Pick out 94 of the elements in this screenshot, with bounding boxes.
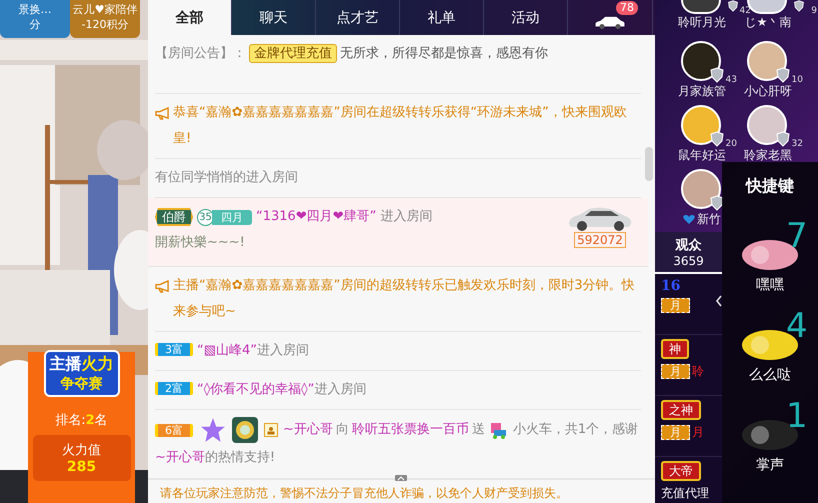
noble-badge: 伯爵 xyxy=(155,208,193,226)
guard-level: 20 xyxy=(726,139,737,149)
plate-number: 592072 xyxy=(574,232,626,248)
shield-icon xyxy=(709,195,725,211)
audience-tab[interactable]: 观众 3659 xyxy=(655,232,722,274)
notice-label: 【房间公告】： xyxy=(155,46,246,61)
audience-name[interactable]: 聆 xyxy=(692,363,704,380)
avatar-icon[interactable] xyxy=(681,0,721,14)
user-name[interactable]: 聆听五张票换一百币 xyxy=(352,416,469,444)
shield-icon xyxy=(727,0,739,12)
gift-name[interactable]: 么么哒 xyxy=(749,366,791,384)
star-icon xyxy=(200,417,226,443)
warning-text: 请各位玩家注意防范，警惕不法分子冒充他人诈骗，以免个人财产受到损失。 xyxy=(160,486,568,500)
title-badge: 大帝 xyxy=(661,461,701,481)
contest-card[interactable]: 主播火力 争夺赛 排名:2名 火力值 285 xyxy=(28,352,135,503)
action-text: 进入房间 xyxy=(257,343,310,358)
gift-text: 送 xyxy=(472,421,485,439)
guardian-name: じ★丶南 xyxy=(744,14,792,31)
level-badge: 35 xyxy=(197,208,214,226)
level-text: 16 xyxy=(661,278,682,294)
avatar-icon[interactable] xyxy=(681,105,721,145)
avatar-icon[interactable] xyxy=(747,41,787,81)
action-text: 进入房间 xyxy=(380,208,432,226)
wealth-badge: 3富 xyxy=(155,343,193,356)
shield-icon xyxy=(775,67,791,83)
guardian-name: 聆家老黑 xyxy=(744,147,792,164)
chat-tab[interactable]: 点才艺 xyxy=(316,0,400,35)
guardian-name: 新竹 xyxy=(697,211,721,228)
gift-name[interactable]: 掌声 xyxy=(756,456,784,474)
broadcast-text: 恭喜“嘉瀚✿嘉嘉嘉嘉嘉嘉嘉”房间在超级转转乐获得“环游未来城”，快来围观欧皇! xyxy=(173,104,628,148)
car-icon[interactable] xyxy=(594,15,626,30)
avatar-icon[interactable] xyxy=(681,41,721,81)
chat-tab[interactable]: 全部 xyxy=(148,0,232,35)
score-label: 火力值 xyxy=(62,442,101,459)
gift-name[interactable]: 嘿嘿 xyxy=(756,276,784,294)
shield-icon xyxy=(793,0,805,12)
user-name[interactable]: “◊你看不见的幸福◊” xyxy=(197,382,314,397)
chat-tab[interactable]: 活动 xyxy=(484,0,568,35)
fan-badge: 月 xyxy=(661,364,690,379)
gift-count: 1 xyxy=(786,398,808,434)
person-icon xyxy=(264,423,278,437)
guard-level: 32 xyxy=(792,139,803,149)
chevron-left-icon[interactable] xyxy=(715,294,723,308)
user-name[interactable]: “▧山峰4” xyxy=(197,343,258,358)
reward-button[interactable]: 景换… 分 xyxy=(0,0,70,38)
guard-level: 43 xyxy=(726,75,737,85)
wealth-badge: 2富 xyxy=(155,382,193,395)
reward-button[interactable]: 云儿♥家陪伴 -120积分 xyxy=(70,0,140,38)
fan-badge: 四月 xyxy=(212,210,252,224)
gift-count: 7 xyxy=(786,218,808,254)
chat-tab[interactable]: 聊天 xyxy=(232,0,316,35)
collapse-handle-icon[interactable] xyxy=(395,475,407,481)
broadcast-text: 主播“嘉瀚✿嘉嘉嘉嘉嘉嘉嘉”房间的超级转转乐已触发欢乐时刻，限时3分钟。快来参与吧~ xyxy=(173,277,636,321)
gift-text: 的热情支持! xyxy=(204,450,276,465)
avatar-icon[interactable] xyxy=(681,169,721,209)
megaphone-icon xyxy=(155,107,170,120)
shield-icon xyxy=(709,67,725,83)
gift-count: 4 xyxy=(786,308,808,344)
gift-text: 向 xyxy=(336,421,349,439)
count-badge: 78 xyxy=(616,1,638,15)
shield-icon xyxy=(709,131,725,147)
rank-text: 排名:2名 xyxy=(55,412,108,429)
notice-text: 无所求，所得尽都是惊喜，感恩有你 xyxy=(340,46,548,61)
medal-icon xyxy=(231,416,259,444)
guardian-name: 月家族管 xyxy=(678,83,726,100)
wealth-badge: 6富 xyxy=(155,424,193,436)
greeting-text: 開薪快樂~~~! xyxy=(155,235,245,250)
user-name[interactable]: ~开心哥 xyxy=(283,416,333,444)
user-name[interactable]: “1316❤四月❤肆哥” xyxy=(256,204,376,230)
guardian-name: 鼠年好运 xyxy=(678,147,726,164)
audience-name[interactable]: 月 xyxy=(692,424,704,441)
action-text: 进入房间 xyxy=(314,382,366,397)
title-badge: 神 xyxy=(661,339,689,359)
score-value: 285 xyxy=(66,459,96,475)
chat-tab[interactable]: 礼单 xyxy=(400,0,484,35)
scrollbar[interactable] xyxy=(645,147,653,181)
audience-name[interactable]: 充值代理 xyxy=(661,485,709,502)
guard-level: 9 xyxy=(811,6,817,16)
agent-tag[interactable]: 金牌代理充值 xyxy=(249,44,337,63)
title-badge: 之神 xyxy=(661,400,701,420)
system-message: 有位同学悄悄的进入房间 xyxy=(155,170,298,185)
avatar-icon[interactable] xyxy=(747,105,787,145)
guardian-name: 小心肝呀 xyxy=(744,83,792,100)
shield-icon xyxy=(775,131,791,147)
guard-level: 10 xyxy=(792,75,803,85)
shortcut-title: 快捷键 xyxy=(746,176,794,197)
fan-badge: 月 xyxy=(661,425,690,440)
gift-text: 小火车，共1个，感谢 xyxy=(512,421,638,439)
guardian-name: 聆听月光 xyxy=(678,14,726,31)
guard-level: 42 xyxy=(740,6,751,16)
user-name[interactable]: ~开心哥 xyxy=(155,450,205,465)
contest-logo: 主播火力 争夺赛 xyxy=(44,350,120,397)
fan-badge: 月 xyxy=(661,298,690,313)
megaphone-icon xyxy=(155,280,170,293)
